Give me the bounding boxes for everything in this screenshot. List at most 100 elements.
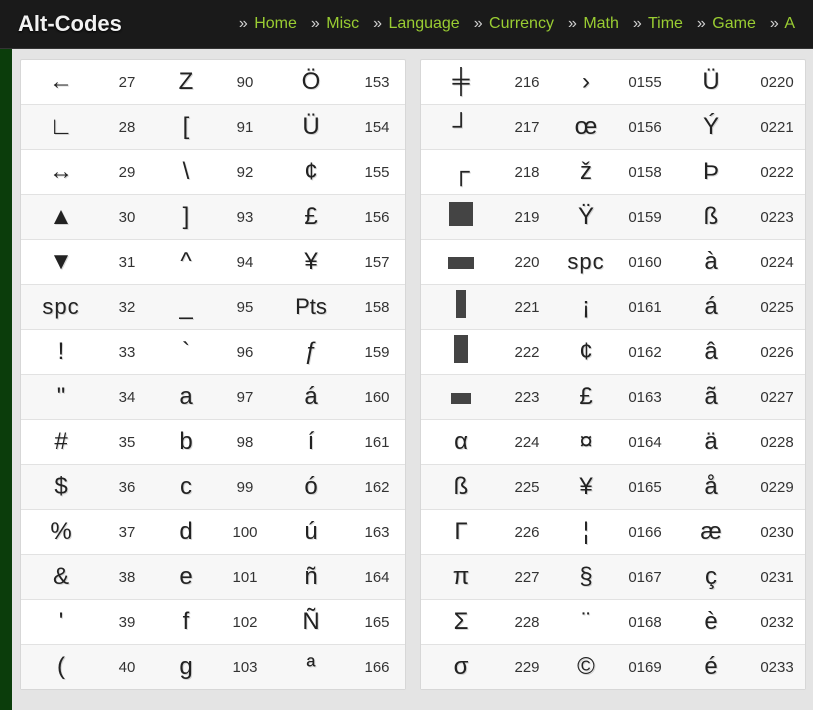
main-nav: » Home» Misc» Language» Currency» Math» … xyxy=(239,15,795,33)
table-row: 223£0163ã0227 xyxy=(421,375,805,420)
glyph-cell: % xyxy=(21,518,101,546)
nav-link-more[interactable]: A xyxy=(784,15,795,32)
glyph-cell: ƒ xyxy=(271,338,351,366)
code-cell: 0158 xyxy=(619,164,671,181)
glyph-cell: ¨ xyxy=(553,608,619,636)
code-cell: 0220 xyxy=(751,74,803,91)
glyph-cell xyxy=(421,335,501,370)
table-row: 221¡0161á0225 xyxy=(421,285,805,330)
code-cell: 0224 xyxy=(751,254,803,271)
code-cell: 31 xyxy=(101,254,153,271)
code-cell: 226 xyxy=(501,524,553,541)
glyph-cell: Ü xyxy=(271,113,351,141)
glyph-cell: á xyxy=(671,293,751,321)
glyph-cell: £ xyxy=(553,383,619,411)
code-cell: 163 xyxy=(351,524,403,541)
glyph-cell: $ xyxy=(21,473,101,501)
glyph-cell xyxy=(421,202,501,233)
code-cell: 96 xyxy=(219,344,271,361)
glyph-cell: è xyxy=(671,608,751,636)
glyph-cell: b xyxy=(153,428,219,456)
code-cell: 0160 xyxy=(619,254,671,271)
glyph-cell: æ xyxy=(671,518,751,546)
glyph-cell: ž xyxy=(553,158,619,186)
tables-wrap: ←27Z90Ö153∟28[91Ü154↔29\92¢155▲30]93£156… xyxy=(20,59,813,690)
code-cell: 155 xyxy=(351,164,403,181)
code-cell: 92 xyxy=(219,164,271,181)
alt-code-table-right: ╪216›0155Ü0220┘217œ0156Ý0221┌218ž0158Þ02… xyxy=(420,59,806,690)
code-cell: 153 xyxy=(351,74,403,91)
table-row: $36c99ó162 xyxy=(21,465,405,510)
glyph-cell: Ñ xyxy=(271,608,351,636)
brand-logo[interactable]: Alt-Codes xyxy=(18,11,122,37)
glyph-cell: ¡ xyxy=(553,293,619,321)
table-row: ▲30]93£156 xyxy=(21,195,405,240)
code-cell: 0169 xyxy=(619,659,671,676)
glyph-cell: Pts xyxy=(271,294,351,320)
code-cell: 98 xyxy=(219,434,271,451)
table-row: 219Ÿ0159ß0223 xyxy=(421,195,805,240)
code-cell: 217 xyxy=(501,119,553,136)
glyph-cell: Þ xyxy=(671,158,751,186)
topbar: Alt-Codes » Home» Misc» Language» Curren… xyxy=(0,0,813,49)
code-cell: 28 xyxy=(101,119,153,136)
nav-link-game[interactable]: Game xyxy=(712,15,756,32)
glyph-cell: ¤ xyxy=(553,428,619,456)
code-cell: 101 xyxy=(219,569,271,586)
code-cell: 91 xyxy=(219,119,271,136)
table-row: ∟28[91Ü154 xyxy=(21,105,405,150)
nav-link-math[interactable]: Math xyxy=(583,15,619,32)
alt-code-table-left: ←27Z90Ö153∟28[91Ü154↔29\92¢155▲30]93£156… xyxy=(20,59,406,690)
table-row: ┌218ž0158Þ0222 xyxy=(421,150,805,195)
code-cell: 0167 xyxy=(619,569,671,586)
code-cell: 229 xyxy=(501,659,553,676)
glyph-cell: ] xyxy=(153,203,219,231)
table-row: ╪216›0155Ü0220 xyxy=(421,60,805,105)
code-cell: 90 xyxy=(219,74,271,91)
glyph-cell: g xyxy=(153,653,219,681)
glyph-cell xyxy=(421,248,501,276)
nav-link-misc[interactable]: Misc xyxy=(326,15,359,32)
code-cell: 0225 xyxy=(751,299,803,316)
glyph-cell: Σ xyxy=(421,608,501,636)
table-row: π227§0167ç0231 xyxy=(421,555,805,600)
code-cell: 0162 xyxy=(619,344,671,361)
glyph-cell xyxy=(421,383,501,411)
nav-link-language[interactable]: Language xyxy=(389,15,460,32)
code-cell: 0223 xyxy=(751,209,803,226)
code-cell: 0161 xyxy=(619,299,671,316)
glyph-cell: › xyxy=(553,68,619,96)
code-cell: 159 xyxy=(351,344,403,361)
code-cell: 38 xyxy=(101,569,153,586)
code-cell: 102 xyxy=(219,614,271,631)
code-cell: 40 xyxy=(101,659,153,676)
glyph-cell: π xyxy=(421,563,501,591)
code-cell: 99 xyxy=(219,479,271,496)
nav-link-time[interactable]: Time xyxy=(648,15,683,32)
glyph-cell: σ xyxy=(421,653,501,681)
glyph-cell: ! xyxy=(21,338,101,366)
code-cell: 97 xyxy=(219,389,271,406)
table-row: ▼31^94¥157 xyxy=(21,240,405,285)
glyph-cell: c xyxy=(153,473,219,501)
table-row: Γ226¦0166æ0230 xyxy=(421,510,805,555)
glyph-cell: ' xyxy=(21,608,101,636)
code-cell: 158 xyxy=(351,299,403,316)
nav-link-home[interactable]: Home xyxy=(254,15,297,32)
code-cell: 94 xyxy=(219,254,271,271)
code-cell: 0233 xyxy=(751,659,803,676)
code-cell: 39 xyxy=(101,614,153,631)
glyph-cell: e xyxy=(153,563,219,591)
code-cell: 37 xyxy=(101,524,153,541)
code-cell: 221 xyxy=(501,299,553,316)
code-cell: 0229 xyxy=(751,479,803,496)
code-cell: 0163 xyxy=(619,389,671,406)
glyph-cell: ↔ xyxy=(21,158,101,186)
nav-link-currency[interactable]: Currency xyxy=(489,15,554,32)
glyph-cell: ß xyxy=(421,473,501,501)
code-cell: 0231 xyxy=(751,569,803,586)
table-row: ↔29\92¢155 xyxy=(21,150,405,195)
code-cell: 33 xyxy=(101,344,153,361)
code-cell: 0227 xyxy=(751,389,803,406)
table-row: ←27Z90Ö153 xyxy=(21,60,405,105)
